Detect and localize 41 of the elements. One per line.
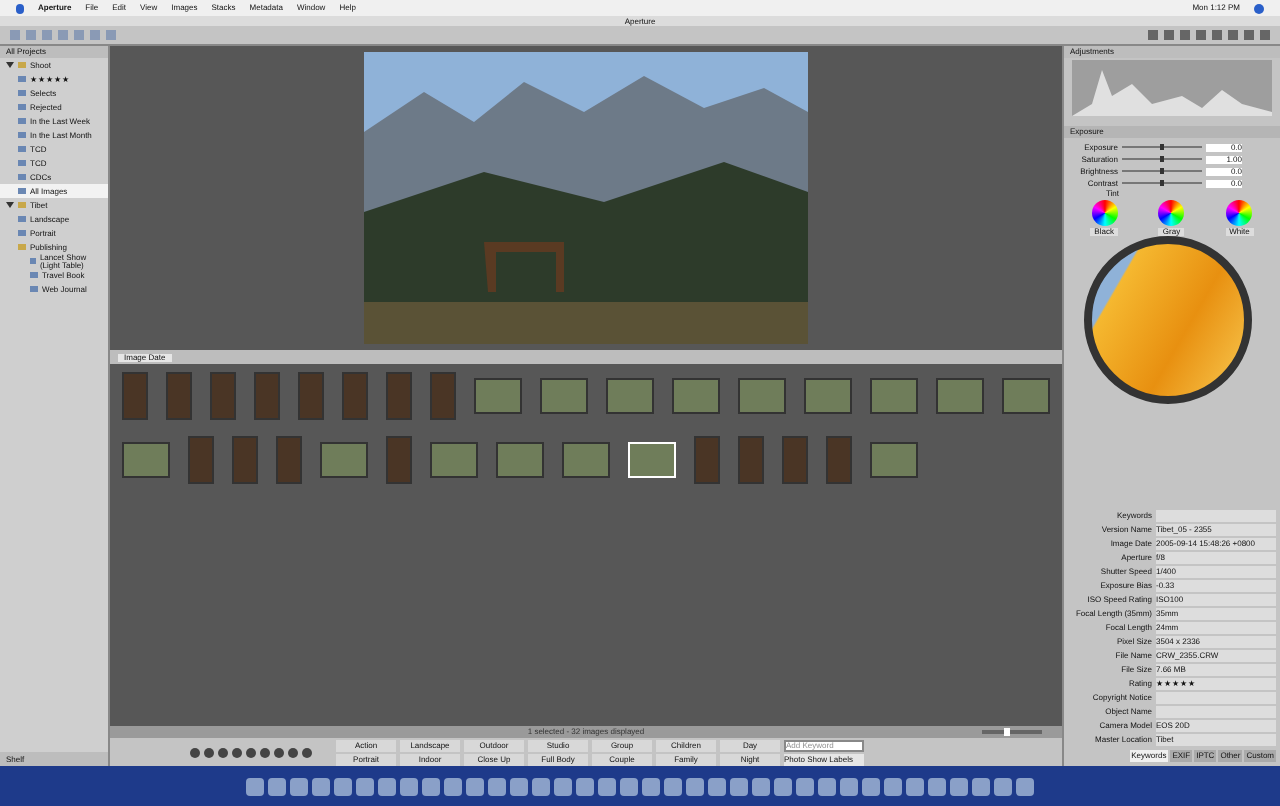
color-wheel[interactable]: [1158, 200, 1185, 226]
photo-thumbnail[interactable]: [672, 378, 720, 414]
color-wheel[interactable]: [1226, 200, 1253, 226]
photo-thumbnail[interactable]: [122, 442, 170, 478]
photo-thumbnail[interactable]: [188, 436, 214, 484]
metadata-field[interactable]: [1156, 510, 1276, 522]
photo-thumbnail[interactable]: [804, 378, 852, 414]
photo-thumbnail[interactable]: [298, 372, 324, 420]
photo-thumbnail[interactable]: [166, 372, 192, 420]
photo-thumbnail[interactable]: [870, 378, 918, 414]
photo-thumbnail[interactable]: [562, 442, 610, 478]
photo-thumbnail[interactable]: [936, 378, 984, 414]
photo-thumbnail[interactable]: [496, 442, 544, 478]
apple-icon[interactable]: [16, 3, 24, 13]
photo-thumbnail[interactable]: [738, 378, 786, 414]
photo-thumbnail[interactable]: [210, 372, 236, 420]
photo-thumbnail[interactable]: [782, 436, 808, 484]
photo-thumbnail[interactable]: [276, 436, 302, 484]
photo-thumbnail[interactable]: [342, 372, 368, 420]
zoom-slider-thumb[interactable]: [1003, 728, 1009, 736]
photo-thumbnail[interactable]: [826, 436, 852, 484]
photo-thumbnail[interactable]: [386, 436, 412, 484]
metadata-field[interactable]: [1156, 692, 1276, 704]
folder-icon: [30, 258, 36, 264]
photo-thumbnail[interactable]: [430, 442, 478, 478]
photo-thumbnail[interactable]: [870, 442, 918, 478]
color-wheel[interactable]: [1091, 200, 1118, 226]
photo-thumbnail[interactable]: [540, 378, 588, 414]
photo-thumbnail[interactable]: [320, 442, 368, 478]
spotlight-icon[interactable]: [1254, 3, 1264, 13]
photo-thumbnail[interactable]: [386, 372, 412, 420]
photo-thumbnail[interactable]: [694, 436, 720, 484]
photo-thumbnail[interactable]: [474, 378, 522, 414]
photo-thumbnail[interactable]: [1002, 378, 1050, 414]
photo-thumbnail[interactable]: [606, 378, 654, 414]
photo-thumbnail[interactable]: [254, 372, 280, 420]
photo-thumbnail[interactable]: [122, 372, 148, 420]
photo-thumbnail[interactable]: [738, 436, 764, 484]
metadata-field[interactable]: [1156, 706, 1276, 718]
photo-thumbnail[interactable]: [232, 436, 258, 484]
photo-thumbnail[interactable]: [430, 372, 456, 420]
